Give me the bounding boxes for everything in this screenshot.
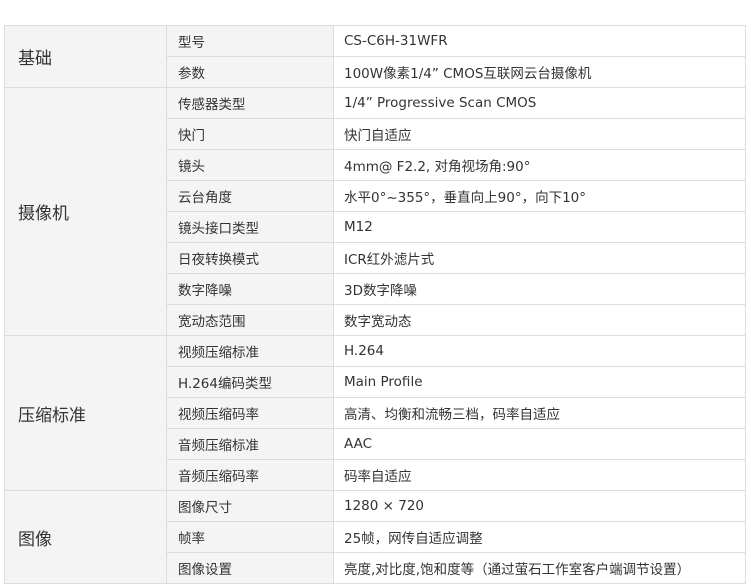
spec-name: 快门 [166,118,334,150]
table-row: 图像 图像尺寸 1280 × 720 [4,490,746,584]
spec-value: 水平0°~355°，垂直向上90°，向下10° [333,180,746,212]
category-image: 图像 [4,490,167,584]
spec-value: 25帧，网传自适应调整 [333,521,746,553]
spec-name: 镜头 [166,149,334,181]
table-row: 压缩标准 视频压缩标准 H.264 [4,335,746,491]
spec-name: 图像尺寸 [166,490,334,522]
spec-value: 3D数字降噪 [333,273,746,305]
spec-table-body: 基础 型号 CS-C6H-31WFR 参数 100W像素1/4” CMOS互联网… [4,25,746,584]
spec-table: 基础 型号 CS-C6H-31WFR 参数 100W像素1/4” CMOS互联网… [4,25,746,584]
spec-name: 镜头接口类型 [166,211,334,243]
spec-name: 数字降噪 [166,273,334,305]
spec-name: 音频压缩标准 [166,428,334,460]
spec-name: 视频压缩码率 [166,397,334,429]
spec-value: ICR红外滤片式 [333,242,746,274]
category-compression: 压缩标准 [4,335,167,491]
spec-name: 音频压缩码率 [166,459,334,491]
table-row: 基础 型号 CS-C6H-31WFR [4,25,746,88]
spec-name: 参数 [166,56,334,88]
spec-value: 高清、均衡和流畅三档，码率自适应 [333,397,746,429]
spec-value: Main Profile [333,366,746,398]
spec-value: H.264 [333,335,746,367]
spec-value: 数字宽动态 [333,304,746,336]
spec-value: 100W像素1/4” CMOS互联网云台摄像机 [333,56,746,88]
table-row: 摄像机 传感器类型 1/4” Progressive Scan CMOS [4,87,746,336]
spec-name: 传感器类型 [166,87,334,119]
spec-name: 图像设置 [166,552,334,584]
spec-name: H.264编码类型 [166,366,334,398]
spec-value: 4mm@ F2.2, 对角视场角:90° [333,149,746,181]
spec-value: CS-C6H-31WFR [333,25,746,57]
spec-name: 帧率 [166,521,334,553]
spec-value: 快门自适应 [333,118,746,150]
spec-value: M12 [333,211,746,243]
spec-value: 码率自适应 [333,459,746,491]
spec-value: 亮度,对比度,饱和度等（通过萤石工作室客户端调节设置） [333,552,746,584]
spec-name: 宽动态范围 [166,304,334,336]
category-basic: 基础 [4,25,167,88]
spec-value: AAC [333,428,746,460]
category-camera: 摄像机 [4,87,167,336]
spec-value: 1280 × 720 [333,490,746,522]
spec-name: 视频压缩标准 [166,335,334,367]
spec-name: 云台角度 [166,180,334,212]
spec-value: 1/4” Progressive Scan CMOS [333,87,746,119]
spec-name: 型号 [166,25,334,57]
spec-name: 日夜转换模式 [166,242,334,274]
